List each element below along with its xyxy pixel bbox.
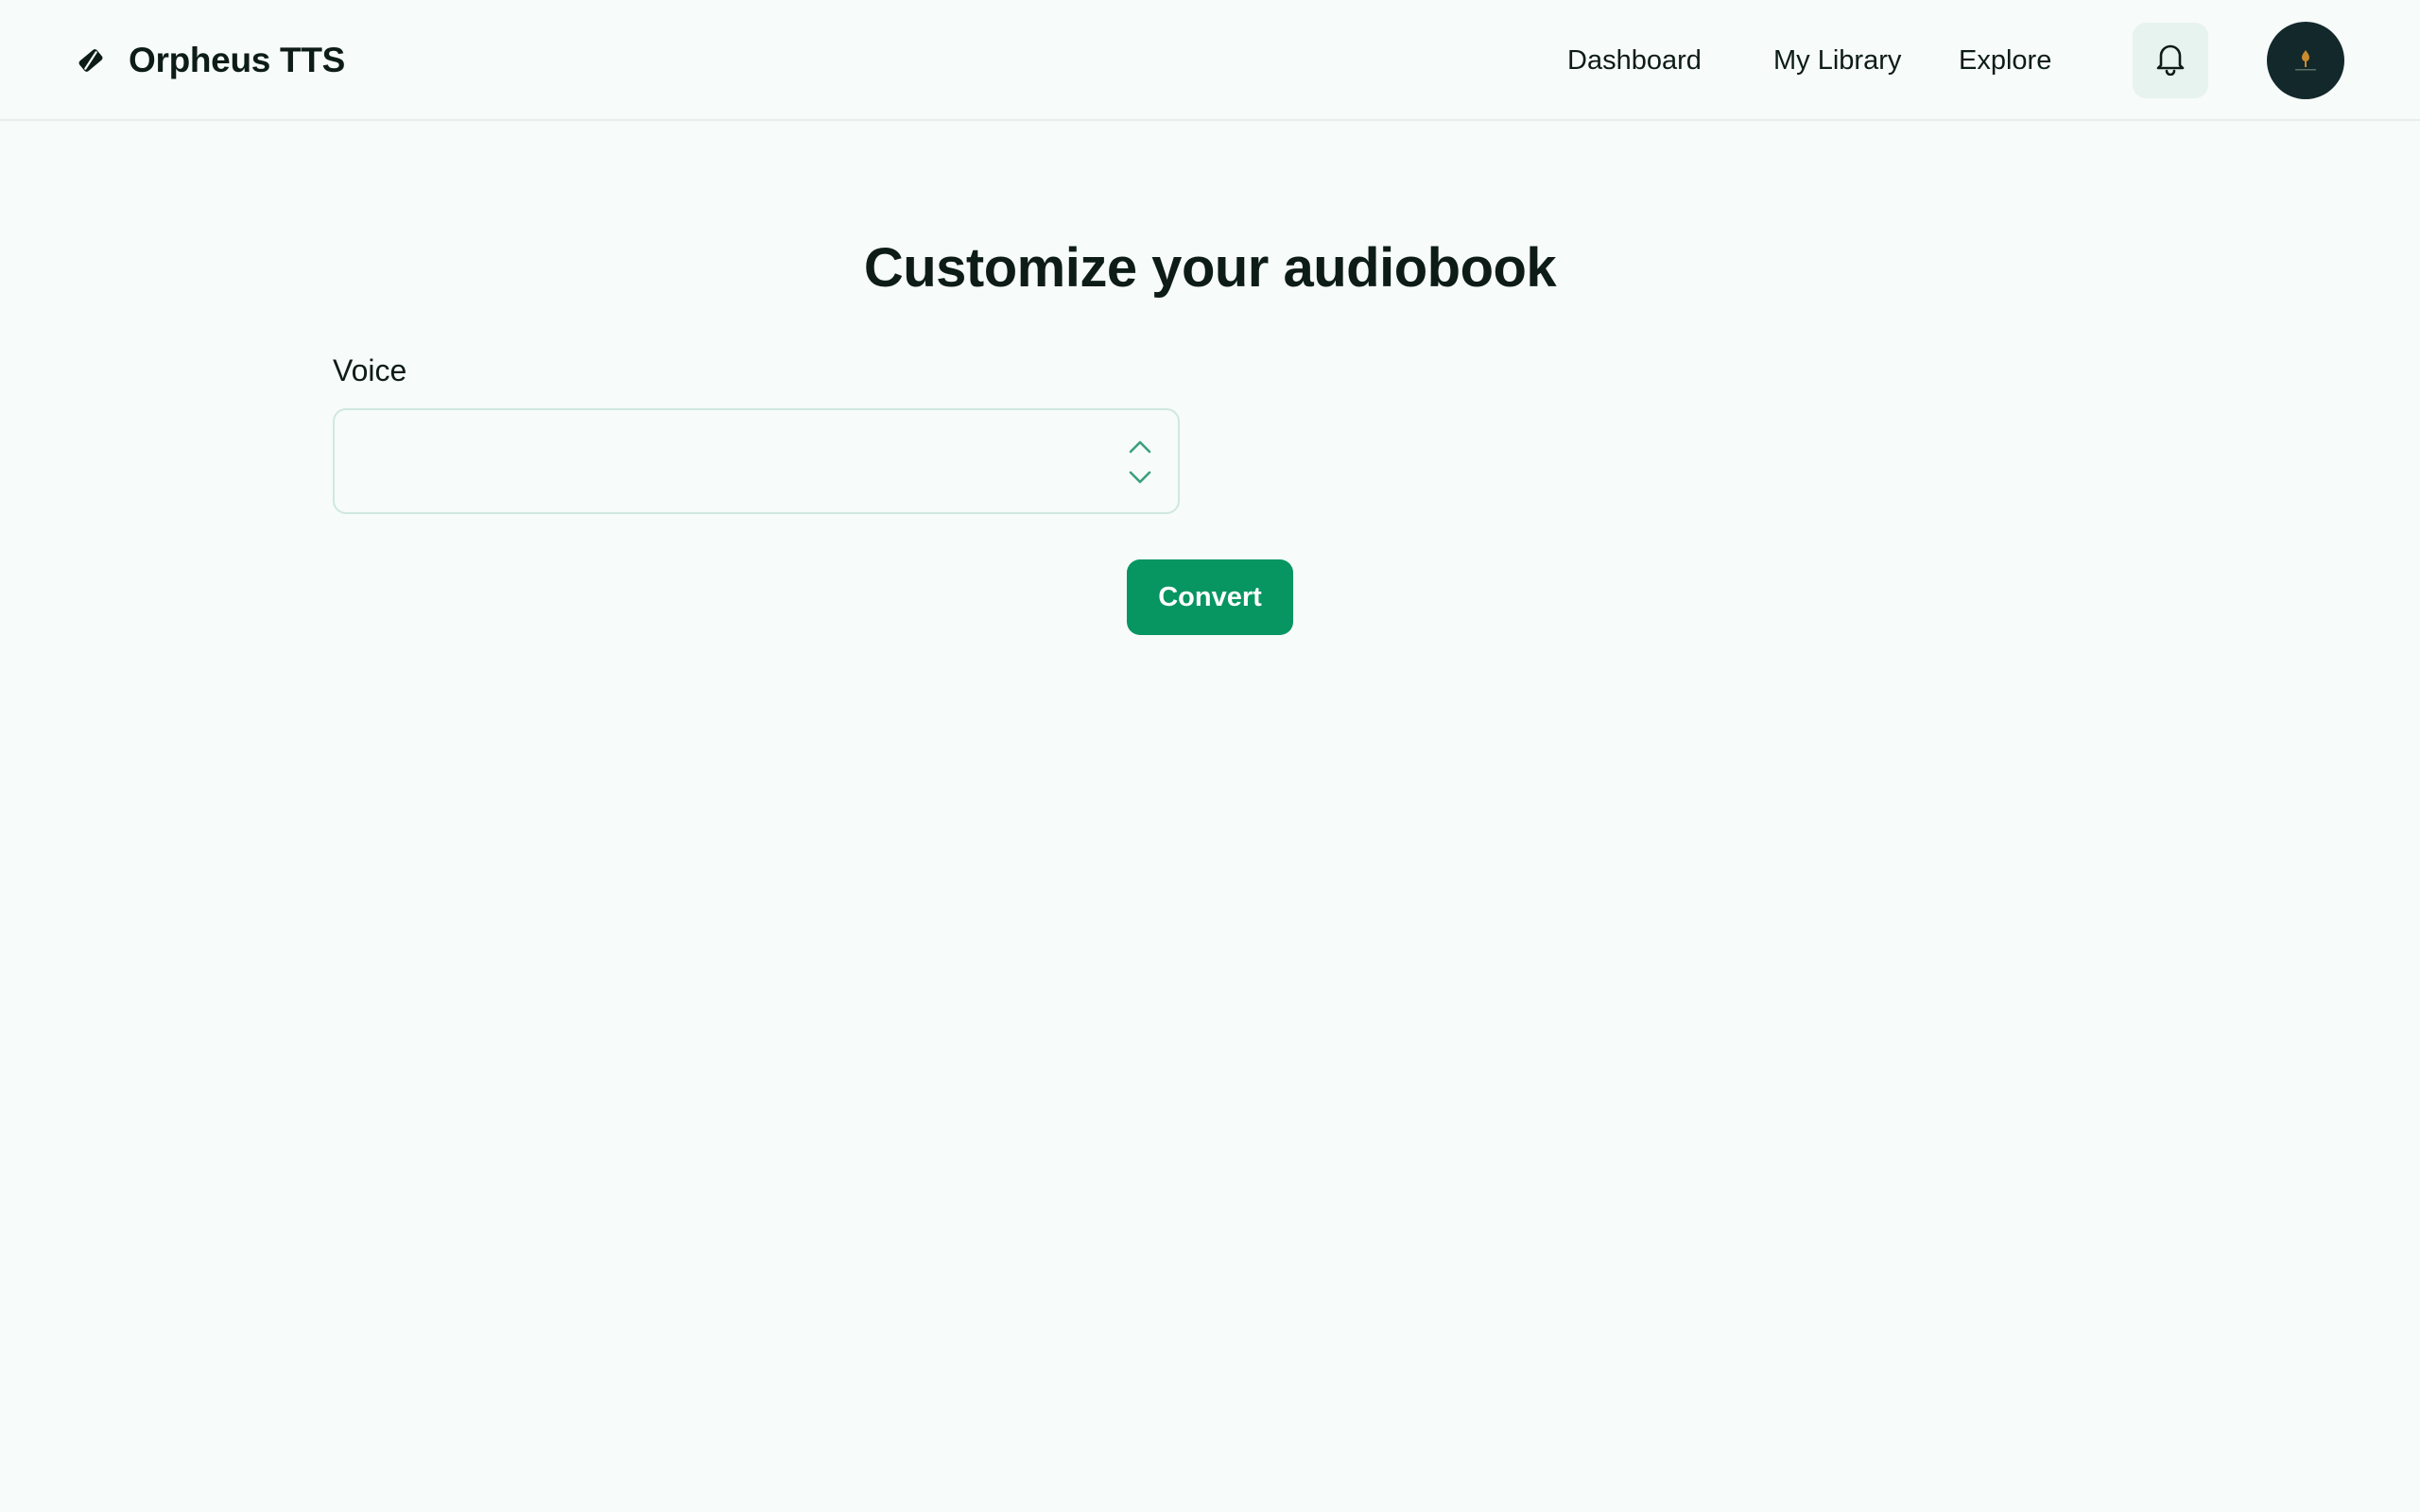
tag-diamond-icon (74, 43, 108, 77)
app-title: Orpheus TTS (129, 41, 345, 79)
page-title: Customize your audiobook (863, 237, 1557, 299)
notifications-button[interactable] (2133, 23, 2208, 98)
nav-link-dashboard[interactable]: Dashboard (1567, 42, 1702, 79)
user-avatar[interactable] (2267, 22, 2344, 99)
chevron-up-down-icon (1127, 438, 1153, 486)
voice-select[interactable] (333, 408, 1180, 514)
voice-label: Voice (333, 353, 407, 387)
nav-link-my-library[interactable]: My Library (1773, 42, 1901, 79)
bell-icon (2154, 42, 2187, 80)
convert-button[interactable]: Convert (1127, 559, 1293, 635)
top-bar: Orpheus TTS Dashboard My Library Explore (0, 0, 2420, 121)
nav-link-explore[interactable]: Explore (1959, 42, 2051, 79)
brand[interactable]: Orpheus TTS (74, 38, 345, 83)
